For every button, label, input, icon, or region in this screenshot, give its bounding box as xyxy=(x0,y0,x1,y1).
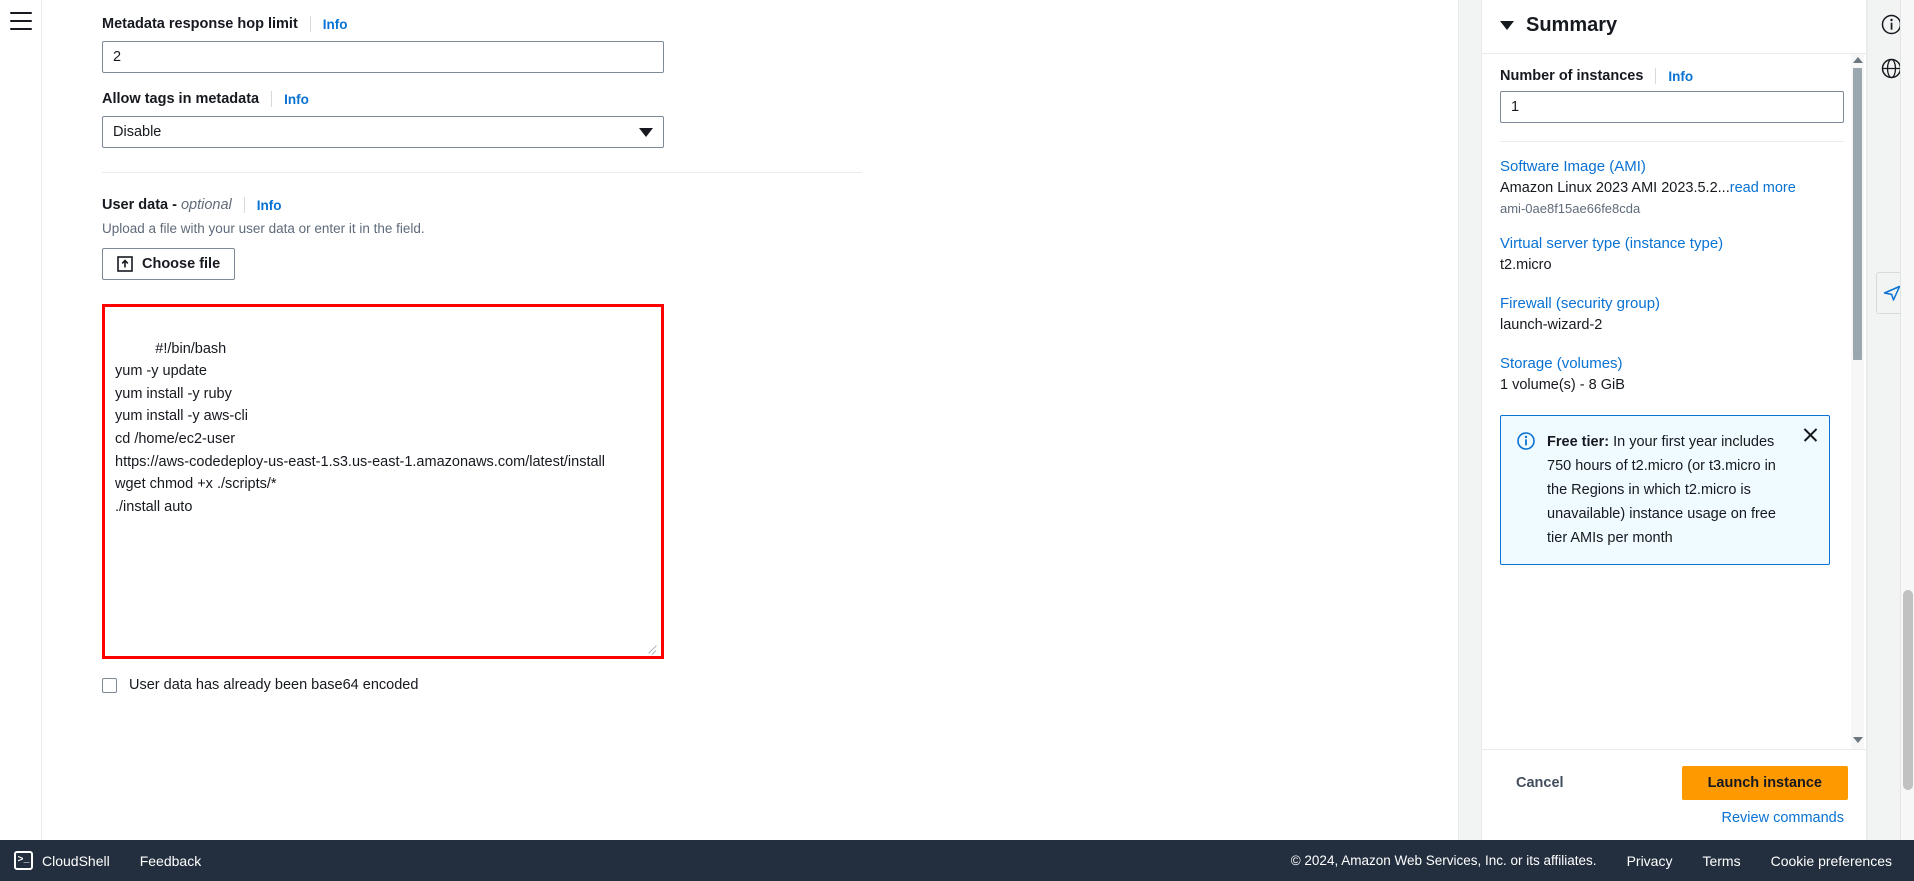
summary-header[interactable]: Summary xyxy=(1482,0,1866,54)
hop-limit-label-row: Metadata response hop limit Info xyxy=(102,14,832,34)
summary-actions-row: Cancel Launch instance xyxy=(1500,766,1848,800)
summary-item-value-text: Amazon Linux 2023 AMI 2023.5.2... xyxy=(1500,180,1730,196)
free-tier-alert-strong: Free tier: xyxy=(1547,434,1610,450)
textarea-resize-handle[interactable] xyxy=(647,642,659,654)
number-of-instances-info-link[interactable]: Info xyxy=(1668,69,1693,84)
hop-limit-input[interactable]: 2 xyxy=(102,41,664,73)
summary-item-link[interactable]: Firewall (security group) xyxy=(1500,295,1660,312)
cancel-button[interactable]: Cancel xyxy=(1500,769,1580,797)
choose-file-button[interactable]: Choose file xyxy=(102,248,236,280)
summary-content: Number of instances Info 1 Software Imag… xyxy=(1482,54,1866,749)
free-tier-alert-body: In your first year includes 750 hours of… xyxy=(1547,434,1776,546)
label-divider xyxy=(1655,68,1657,84)
summary-item-link[interactable]: Storage (volumes) xyxy=(1500,355,1623,372)
summary-actions: Cancel Launch instance Review commands xyxy=(1482,749,1866,840)
cookie-preferences-link[interactable]: Cookie preferences xyxy=(1771,853,1892,869)
summary-item-link[interactable]: Software Image (AMI) xyxy=(1500,158,1646,175)
page-body: Metadata response hop limit Info 2 Allow… xyxy=(0,0,1914,840)
console-footer: >_ CloudShell Feedback © 2024, Amazon We… xyxy=(0,840,1914,881)
allow-tags-label-row: Allow tags in metadata Info xyxy=(102,89,832,109)
instance-settings-form: Metadata response hop limit Info 2 Allow… xyxy=(42,0,1459,840)
terminal-icon: >_ xyxy=(14,851,33,870)
chevron-down-icon xyxy=(639,127,653,137)
footer-left-group: >_ CloudShell Feedback xyxy=(14,851,201,870)
panel-gutter xyxy=(1459,0,1481,840)
page-scrollbar[interactable] xyxy=(1900,0,1914,840)
summary-item-value: launch-wizard-2 xyxy=(1500,317,1603,333)
ec2-launch-instance-page: Metadata response hop limit Info 2 Allow… xyxy=(0,0,1914,881)
summary-item-ami: Software Image (AMI) Amazon Linux 2023 A… xyxy=(1500,158,1848,216)
label-divider xyxy=(271,91,273,107)
copyright-text: © 2024, Amazon Web Services, Inc. or its… xyxy=(1290,853,1597,868)
user-data-script-text: #!/bin/bash yum -y update yum install -y… xyxy=(115,340,605,515)
label-divider xyxy=(243,197,245,213)
summary-title: Summary xyxy=(1526,14,1618,36)
number-of-instances-input[interactable]: 1 xyxy=(1500,91,1844,123)
hamburger-menu-icon[interactable] xyxy=(9,12,32,30)
summary-item-value: 1 volume(s) - 8 GiB xyxy=(1500,377,1625,393)
user-data-label: User data - optional xyxy=(102,195,232,215)
allow-tags-info-link[interactable]: Info xyxy=(284,92,309,107)
feedback-link[interactable]: Feedback xyxy=(140,853,201,869)
summary-item-value: t2.micro xyxy=(1500,257,1552,273)
user-data-optional-text: optional xyxy=(180,197,232,213)
cloudshell-label: CloudShell xyxy=(42,852,110,869)
base64-checkbox-row[interactable]: User data has already been base64 encode… xyxy=(102,677,832,713)
free-tier-alert: Free tier: In your first year includes 7… xyxy=(1500,415,1830,565)
privacy-link[interactable]: Privacy xyxy=(1627,853,1673,869)
hop-limit-info-link[interactable]: Info xyxy=(323,17,348,32)
base64-checkbox[interactable] xyxy=(102,677,117,693)
footer-right-group: © 2024, Amazon Web Services, Inc. or its… xyxy=(1291,853,1892,869)
page-scrollbar-thumb[interactable] xyxy=(1903,590,1913,790)
allow-tags-select[interactable]: Disable xyxy=(102,116,664,148)
number-of-instances-label: Number of instances xyxy=(1500,68,1644,84)
section-divider xyxy=(102,172,862,173)
label-divider xyxy=(309,16,311,32)
allow-tags-selected-value: Disable xyxy=(113,124,162,140)
info-circle-icon xyxy=(1517,432,1535,550)
terms-link[interactable]: Terms xyxy=(1702,853,1740,869)
base64-checkbox-label: User data has already been base64 encode… xyxy=(129,677,419,693)
user-data-label-row: User data - optional Info xyxy=(102,195,832,215)
caret-down-icon[interactable] xyxy=(1500,21,1514,30)
review-commands-link[interactable]: Review commands xyxy=(1722,810,1845,826)
upload-icon xyxy=(117,256,133,272)
summary-item-value: Amazon Linux 2023 AMI 2023.5.2...read mo… xyxy=(1500,178,1848,199)
hop-limit-label: Metadata response hop limit xyxy=(102,16,298,32)
scroll-up-arrow-icon[interactable] xyxy=(1852,57,1863,63)
summary-item-security-group: Firewall (security group) launch-wizard-… xyxy=(1500,295,1848,336)
cloudshell-button[interactable]: >_ CloudShell xyxy=(14,851,110,870)
read-more-link[interactable]: read more xyxy=(1730,180,1796,196)
user-data-description: Upload a file with your user data or ent… xyxy=(102,221,425,236)
summary-item-link[interactable]: Virtual server type (instance type) xyxy=(1500,235,1723,252)
launch-instance-button[interactable]: Launch instance xyxy=(1681,766,1848,800)
allow-tags-label: Allow tags in metadata xyxy=(102,91,260,107)
summary-item-storage: Storage (volumes) 1 volume(s) - 8 GiB xyxy=(1500,355,1848,396)
left-navigation-rail xyxy=(0,0,42,840)
user-data-textarea[interactable]: #!/bin/bash yum -y update yum install -y… xyxy=(102,304,664,659)
number-of-instances-label-row: Number of instances Info xyxy=(1500,68,1848,84)
summary-scrollbar[interactable] xyxy=(1851,54,1864,749)
summary-item-instance-type: Virtual server type (instance type) t2.m… xyxy=(1500,235,1848,276)
user-data-label-text: User data - xyxy=(102,197,177,213)
scrollbar-thumb[interactable] xyxy=(1853,68,1862,360)
close-icon[interactable] xyxy=(1801,426,1819,444)
summary-divider xyxy=(1500,141,1844,142)
free-tier-alert-text: Free tier: In your first year includes 7… xyxy=(1547,430,1815,550)
summary-panel: Summary Number of instances Info 1 Softw… xyxy=(1481,0,1867,840)
user-data-info-link[interactable]: Info xyxy=(257,198,282,213)
summary-item-subvalue: ami-0ae8f15ae66fe8cda xyxy=(1500,201,1641,216)
scroll-down-arrow-icon[interactable] xyxy=(1852,737,1863,743)
choose-file-label: Choose file xyxy=(142,256,221,272)
